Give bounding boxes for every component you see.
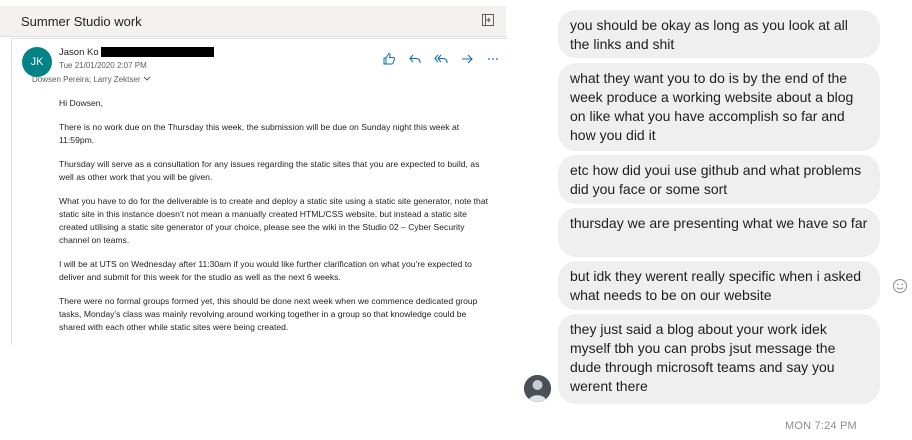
- recipients[interactable]: Dowsen Pereira; Larry Zektser: [32, 75, 151, 84]
- email-paragraph: Hi Dowsen,: [59, 98, 103, 108]
- recipients-label: Dowsen Pereira; Larry Zektser: [32, 75, 141, 84]
- email-paragraph: There were no formal groups formed yet, …: [59, 296, 478, 332]
- email-subject-bar: Summer Studio work: [0, 6, 506, 37]
- email-paragraph: What you have to do for the deliverable …: [59, 196, 488, 245]
- email-date: Tue 21/01/2020 2:07 PM: [59, 61, 147, 70]
- email-body: Hi Dowsen, There is no work due on the T…: [59, 97, 489, 345]
- chat-message[interactable]: etc how did youi use github and what pro…: [558, 155, 880, 204]
- forward-button[interactable]: [454, 51, 480, 67]
- email-paragraph: Thursday will serve as a consultation fo…: [59, 159, 480, 182]
- chat-message[interactable]: but idk they werent really specific when…: [558, 261, 880, 310]
- like-button[interactable]: [376, 51, 402, 67]
- chat-message[interactable]: thursday we are presenting what we have …: [558, 208, 880, 257]
- email-actions: [376, 51, 506, 67]
- chat-thread: you should be okay as long as you look a…: [520, 0, 912, 440]
- reply-button[interactable]: [402, 51, 428, 67]
- email-paragraph: I will be at UTS on Wednesday after 11:3…: [59, 259, 472, 282]
- reply-icon: [409, 54, 421, 63]
- chat-message[interactable]: what they want you to do is by the end o…: [558, 63, 880, 151]
- chat-message[interactable]: you should be okay as long as you look a…: [558, 10, 880, 58]
- thumbs-up-icon: [383, 52, 396, 65]
- reply-all-button[interactable]: [428, 51, 454, 67]
- email-subject: Summer Studio work: [21, 14, 142, 29]
- sender-name[interactable]: Jason Ko: [59, 47, 99, 58]
- avatar: JK: [22, 47, 52, 77]
- email-reading-pane: Summer Studio work JK Jason Ko Tue 21/01…: [0, 0, 508, 345]
- more-icon: [488, 58, 498, 60]
- message-timestamp: MON 7:24 PM: [785, 420, 857, 432]
- forward-icon: [462, 54, 473, 64]
- redacted-email-address: [101, 47, 214, 57]
- chevron-down-icon: [144, 76, 151, 81]
- email-message: JK Jason Ko Tue 21/01/2020 2:07 PM Dowse…: [11, 38, 508, 345]
- more-actions-button[interactable]: [480, 51, 506, 67]
- avatar[interactable]: [524, 375, 551, 402]
- chat-message[interactable]: they just said a blog about your work id…: [558, 314, 880, 404]
- email-paragraph: There is no work due on the Thursday thi…: [59, 122, 460, 145]
- react-emoji-icon[interactable]: [892, 278, 908, 299]
- open-in-new-window-icon[interactable]: [481, 13, 495, 32]
- reply-all-icon: [434, 54, 448, 63]
